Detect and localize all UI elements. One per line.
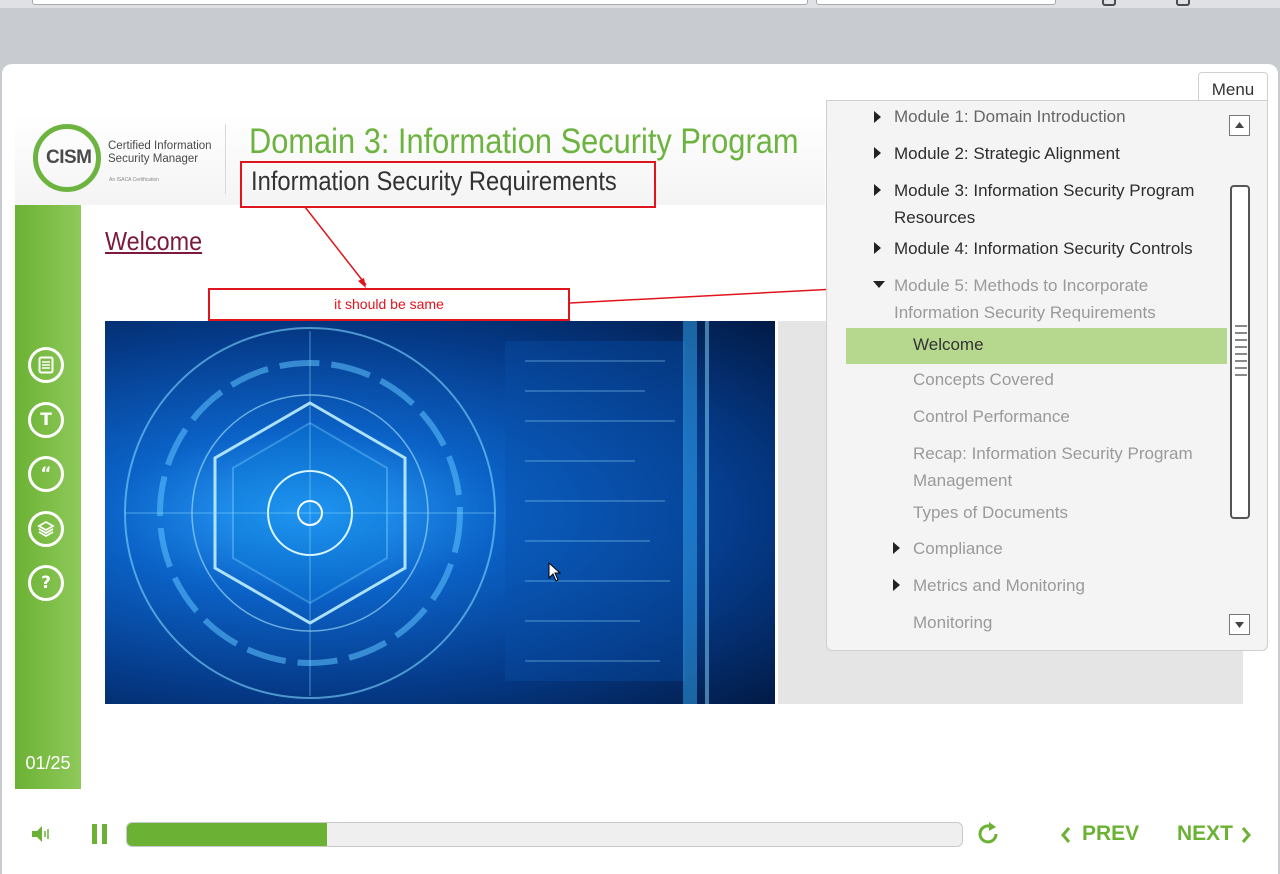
scroll-down-button[interactable]: [1229, 614, 1250, 635]
menu-scrollbar[interactable]: [1229, 115, 1250, 635]
expand-arrow-icon[interactable]: [874, 184, 881, 196]
expand-arrow-icon[interactable]: [874, 242, 881, 254]
menu-subitem-recap-line2[interactable]: Management: [913, 467, 1012, 494]
collapse-arrow-icon[interactable]: [873, 281, 885, 288]
progress-fill: [127, 823, 328, 846]
menu-subitem-monitoring[interactable]: Monitoring: [913, 609, 992, 636]
expand-arrow-icon[interactable]: [893, 579, 900, 591]
grip-line: [1235, 346, 1247, 348]
mouse-cursor-icon: [548, 562, 562, 582]
prev-button[interactable]: PREV: [1082, 822, 1139, 846]
menu-item-module-3-line2[interactable]: Resources: [894, 204, 975, 231]
menu-subitem-types-of-documents[interactable]: Types of Documents: [913, 499, 1068, 526]
menu-subitem-concepts[interactable]: Concepts Covered: [913, 366, 1054, 393]
menu-item-module-3[interactable]: Module 3: Information Security Program: [894, 177, 1194, 204]
grip-line: [1235, 332, 1247, 334]
menu-item-module-5-line2[interactable]: Information Security Requirements: [894, 299, 1156, 326]
menu-item-module-4[interactable]: Module 4: Information Security Controls: [894, 235, 1193, 262]
next-button[interactable]: NEXT: [1177, 822, 1233, 846]
grip-line: [1235, 360, 1247, 362]
grip-line: [1235, 339, 1247, 341]
chevron-right-icon[interactable]: [1240, 826, 1252, 844]
grip-line: [1235, 325, 1247, 327]
chevron-left-icon[interactable]: [1060, 826, 1072, 844]
progress-bar[interactable]: [126, 822, 963, 847]
scrollbar-thumb[interactable]: [1230, 185, 1250, 519]
replay-icon[interactable]: [976, 821, 1002, 847]
menu-subitem-control-performance[interactable]: Control Performance: [913, 403, 1070, 430]
grip-line: [1235, 353, 1247, 355]
menu-subitem-welcome[interactable]: Welcome: [846, 328, 1227, 364]
menu-item-module-5[interactable]: Module 5: Methods to Incorporate: [894, 272, 1148, 299]
scroll-up-button[interactable]: [1229, 115, 1250, 136]
menu-subitem-compliance[interactable]: Compliance: [913, 535, 1003, 562]
menu-panel: Module 1: Domain Introduction Module 2: …: [826, 100, 1268, 651]
grip-line: [1235, 367, 1247, 369]
menu-subitem-metrics[interactable]: Metrics and Monitoring: [913, 572, 1085, 599]
grip-line: [1235, 374, 1247, 376]
expand-arrow-icon[interactable]: [893, 542, 900, 554]
menu-subitem-recap[interactable]: Recap: Information Security Program: [913, 440, 1193, 467]
menu-item-module-2[interactable]: Module 2: Strategic Alignment: [894, 140, 1120, 167]
pause-icon[interactable]: [90, 823, 110, 845]
volume-icon[interactable]: [30, 824, 50, 844]
expand-arrow-icon[interactable]: [874, 147, 881, 159]
menu-item-module-1[interactable]: Module 1: Domain Introduction: [894, 103, 1126, 130]
expand-arrow-icon[interactable]: [874, 111, 881, 123]
